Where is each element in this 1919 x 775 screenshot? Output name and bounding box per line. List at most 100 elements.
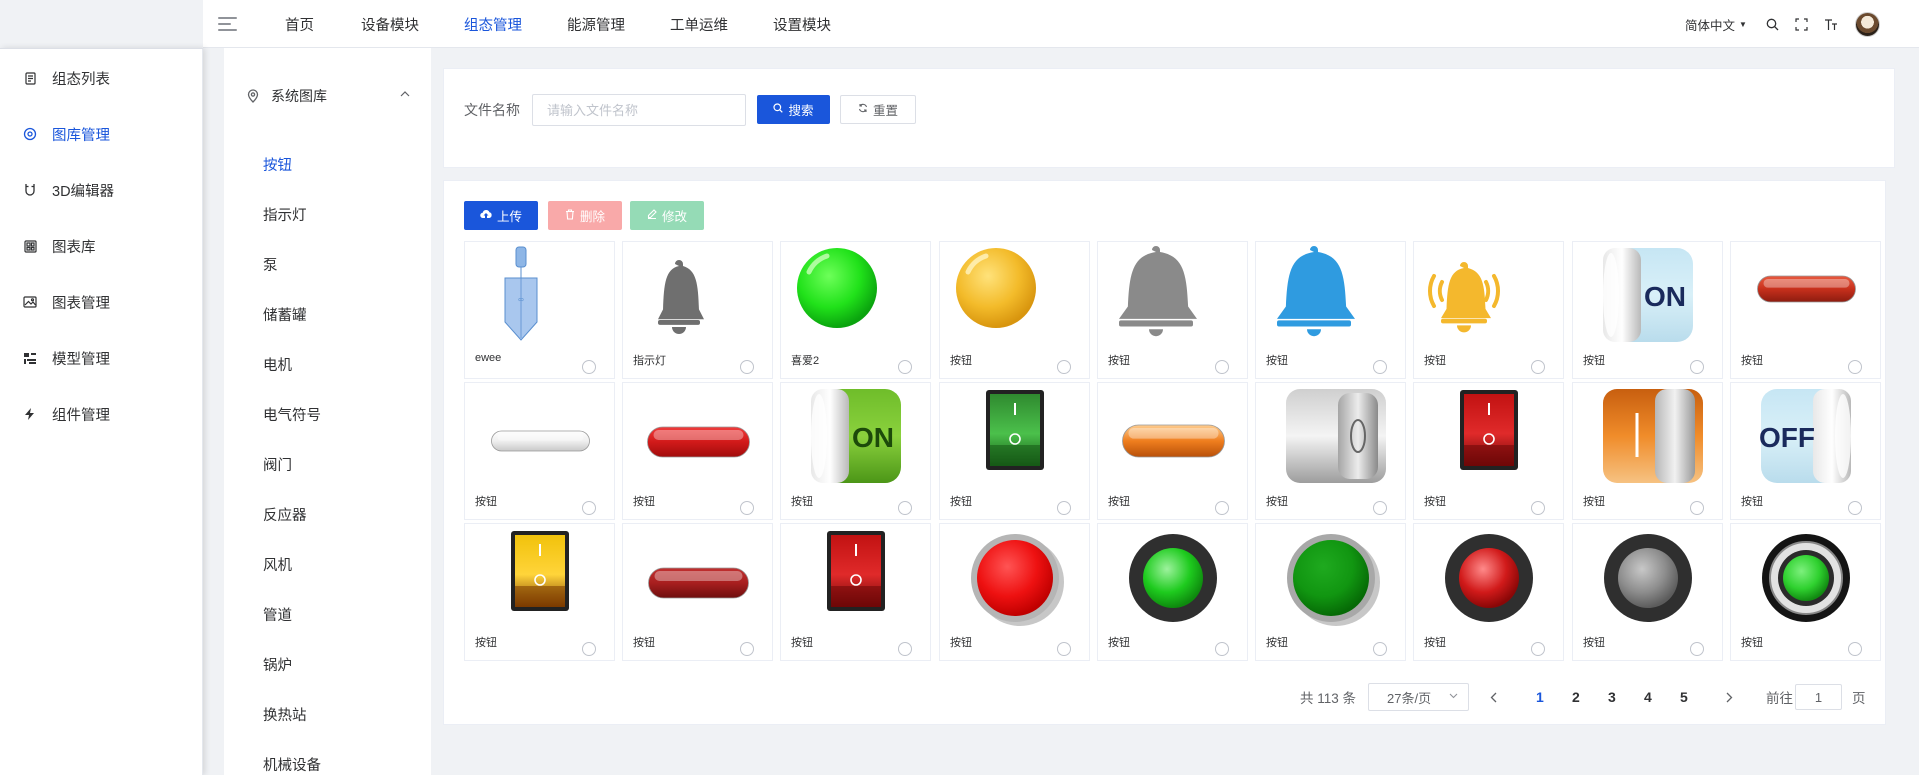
font-size-icon[interactable] <box>1824 0 1838 48</box>
user-avatar[interactable] <box>1855 12 1880 37</box>
gallery-item-radio[interactable] <box>582 360 596 374</box>
fullscreen-icon[interactable] <box>1795 0 1808 48</box>
gallery-item[interactable]: 按钮 <box>622 523 773 661</box>
gallery-item[interactable]: 按钮 <box>464 523 615 661</box>
sidebar-item-config-list[interactable]: 组态列表 <box>22 66 110 90</box>
gallery-item-radio[interactable] <box>1057 360 1071 374</box>
category-item-valve[interactable]: 阀门 <box>263 454 292 475</box>
prev-page-icon[interactable] <box>1490 683 1497 711</box>
nav-home[interactable]: 首页 <box>285 0 314 48</box>
category-item-machinery[interactable]: 机械设备 <box>263 754 321 775</box>
gallery-item[interactable]: 按钮 <box>622 382 773 520</box>
sidebar-item-chart-library[interactable]: 图表库 <box>22 234 96 258</box>
sidebar-item-model-management[interactable]: 模型管理 <box>22 346 110 370</box>
category-item-heat-exchange[interactable]: 换热站 <box>263 704 307 725</box>
gallery-item[interactable]: 指示灯 <box>622 241 773 379</box>
category-item-button[interactable]: 按钮 <box>263 154 292 175</box>
gallery-item-radio[interactable] <box>1690 360 1704 374</box>
gallery-item[interactable]: 按钮 <box>1572 523 1723 661</box>
gallery-item[interactable]: ON 按钮 <box>780 382 931 520</box>
file-name-input[interactable] <box>532 94 746 126</box>
page-5[interactable]: 5 <box>1680 683 1688 711</box>
chevron-up-icon[interactable] <box>400 88 410 100</box>
gallery-item-radio[interactable] <box>1690 501 1704 515</box>
gallery-item[interactable]: 按钮 <box>1097 382 1248 520</box>
gallery-item-radio[interactable] <box>1848 501 1862 515</box>
gallery-item[interactable]: 按钮 <box>780 523 931 661</box>
gallery-item[interactable]: 按钮 <box>1097 241 1248 379</box>
language-selector[interactable]: 简体中文 ▼ <box>1685 0 1747 48</box>
nav-config-management[interactable]: 组态管理 <box>464 0 522 48</box>
gallery-item[interactable]: 喜爱2 <box>780 241 931 379</box>
gallery-item-radio[interactable] <box>1531 642 1545 656</box>
gallery-item[interactable]: 按钮 <box>464 382 615 520</box>
gallery-item-radio[interactable] <box>1373 360 1387 374</box>
sidebar-item-component-management[interactable]: 组件管理 <box>22 402 110 426</box>
category-item-reactor[interactable]: 反应器 <box>263 504 307 525</box>
gallery-item[interactable]: 按钮 <box>939 241 1090 379</box>
gallery-item-radio[interactable] <box>898 642 912 656</box>
gallery-item[interactable]: 按钮 <box>1255 523 1406 661</box>
gallery-item-radio[interactable] <box>898 360 912 374</box>
nav-work-order[interactable]: 工单运维 <box>670 0 728 48</box>
gallery-item-radio[interactable] <box>1690 642 1704 656</box>
category-item-electrical-symbol[interactable]: 电气符号 <box>263 404 321 425</box>
category-item-indicator[interactable]: 指示灯 <box>263 204 307 225</box>
gallery-item[interactable]: 按钮 <box>1097 523 1248 661</box>
gallery-item-radio[interactable] <box>1848 360 1862 374</box>
gallery-item-radio[interactable] <box>1531 501 1545 515</box>
gallery-item-radio[interactable] <box>740 360 754 374</box>
category-item-tank[interactable]: 储蓄罐 <box>263 304 307 325</box>
gallery-item[interactable]: ∞ ewee <box>464 241 615 379</box>
gallery-item[interactable]: 按钮 <box>1413 241 1564 379</box>
category-item-motor[interactable]: 电机 <box>263 354 292 375</box>
category-item-fan[interactable]: 风机 <box>263 554 292 575</box>
gallery-item[interactable]: 按钮 <box>1413 523 1564 661</box>
category-item-pipe[interactable]: 管道 <box>263 604 292 625</box>
delete-button[interactable]: 删除 <box>548 201 622 230</box>
category-group-header[interactable]: 系统图库 <box>247 86 327 106</box>
gallery-item-radio[interactable] <box>1215 642 1229 656</box>
category-item-pump[interactable]: 泵 <box>263 254 278 275</box>
gallery-item[interactable]: OFF 按钮 <box>1730 382 1881 520</box>
gallery-item-radio[interactable] <box>740 642 754 656</box>
nav-energy-management[interactable]: 能源管理 <box>567 0 625 48</box>
gallery-item-radio[interactable] <box>1848 642 1862 656</box>
gallery-item[interactable]: 按钮 <box>939 523 1090 661</box>
gallery-item-radio[interactable] <box>1215 501 1229 515</box>
goto-page-input[interactable] <box>1795 684 1842 710</box>
gallery-item-radio[interactable] <box>1057 642 1071 656</box>
page-size-select[interactable]: 27条/页 <box>1368 683 1469 711</box>
search-icon[interactable] <box>1766 0 1779 48</box>
nav-settings-module[interactable]: 设置模块 <box>773 0 831 48</box>
reset-button[interactable]: 重置 <box>840 95 916 124</box>
page-3[interactable]: 3 <box>1608 683 1616 711</box>
gallery-item-radio[interactable] <box>1373 642 1387 656</box>
gallery-item[interactable]: 按钮 <box>1413 382 1564 520</box>
menu-toggle-icon[interactable] <box>218 17 237 31</box>
gallery-item-radio[interactable] <box>582 501 596 515</box>
gallery-item-radio[interactable] <box>1215 360 1229 374</box>
sidebar-item-3d-editor[interactable]: 3D编辑器 <box>22 178 114 202</box>
page-2[interactable]: 2 <box>1572 683 1580 711</box>
sidebar-item-chart-management[interactable]: 图表管理 <box>22 290 110 314</box>
nav-device-module[interactable]: 设备模块 <box>361 0 419 48</box>
gallery-item[interactable]: 按钮 <box>1572 382 1723 520</box>
gallery-item[interactable]: 按钮 <box>1255 241 1406 379</box>
gallery-item[interactable]: 按钮 <box>1730 523 1881 661</box>
gallery-item[interactable]: 按钮 <box>939 382 1090 520</box>
category-item-boiler[interactable]: 锅炉 <box>263 654 292 675</box>
edit-button[interactable]: 修改 <box>630 201 704 230</box>
page-1[interactable]: 1 <box>1536 683 1544 711</box>
gallery-item[interactable]: ON 按钮 <box>1572 241 1723 379</box>
next-page-icon[interactable] <box>1726 683 1733 711</box>
gallery-item-radio[interactable] <box>1531 360 1545 374</box>
gallery-item-radio[interactable] <box>1057 501 1071 515</box>
gallery-item[interactable]: 按钮 <box>1730 241 1881 379</box>
gallery-item-radio[interactable] <box>582 642 596 656</box>
search-button[interactable]: 搜索 <box>757 95 830 124</box>
upload-button[interactable]: 上传 <box>464 201 538 230</box>
gallery-item-radio[interactable] <box>740 501 754 515</box>
sidebar-item-gallery-management[interactable]: 图库管理 <box>22 122 110 146</box>
gallery-item[interactable]: 按钮 <box>1255 382 1406 520</box>
